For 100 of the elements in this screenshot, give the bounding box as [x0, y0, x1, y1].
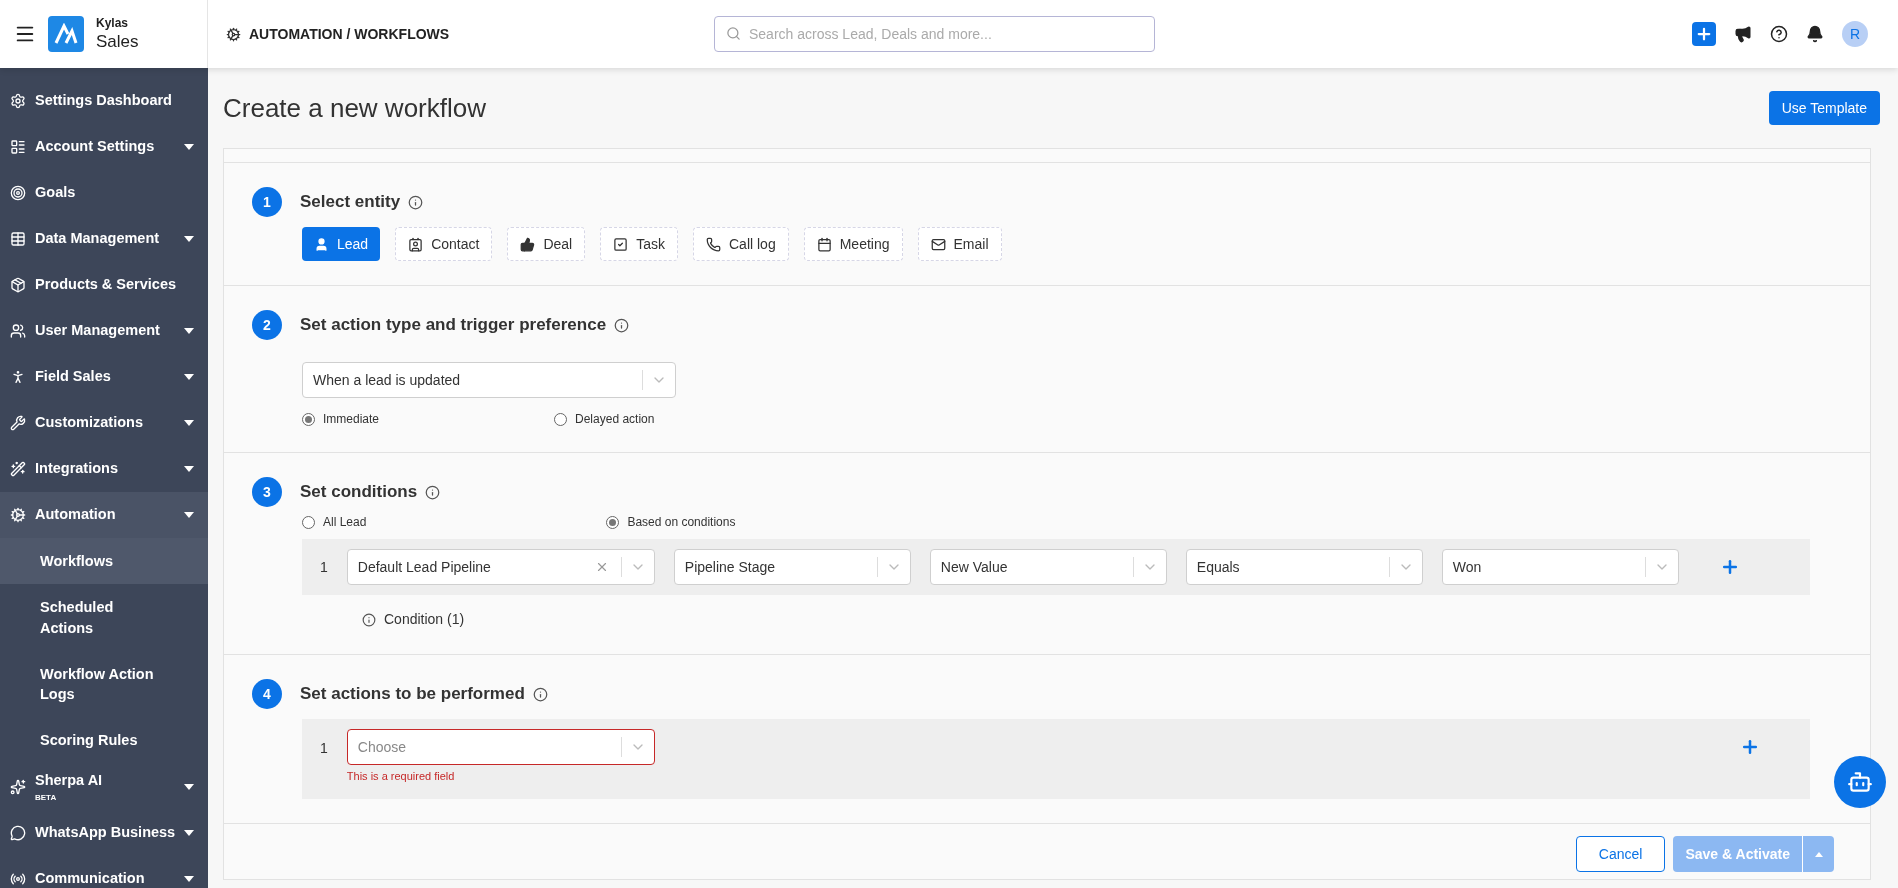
action-select[interactable]: Choose: [346, 729, 655, 765]
condition-count: Condition (1): [384, 610, 465, 629]
entity-button[interactable]: Lead: [302, 227, 381, 261]
logo-icon: [48, 16, 84, 52]
step-number: 1: [252, 187, 282, 217]
error-message: This is a required field: [346, 769, 456, 784]
sidebar-label: User Management: [35, 321, 161, 341]
search-field[interactable]: Search across Lead, Deals and more...: [714, 16, 1155, 52]
robot-icon: [1847, 769, 1873, 795]
radio-button[interactable]: [302, 412, 315, 426]
sidebar-label: Products & Services: [35, 275, 178, 295]
wand-icon: [10, 461, 26, 477]
chat-icon: [10, 824, 26, 841]
megaphone-icon[interactable]: [1734, 25, 1752, 43]
sidebar-item[interactable]: Goals: [0, 170, 208, 216]
caret-icon: [1814, 851, 1823, 857]
calendar-icon: [816, 236, 832, 252]
radio-button[interactable]: [302, 515, 315, 529]
radio-label: Immediate: [323, 411, 380, 428]
condition-select[interactable]: Equals: [1185, 549, 1423, 585]
bell-icon[interactable]: [1806, 25, 1824, 43]
info-icon: [614, 317, 630, 333]
sidebar-item[interactable]: Automation: [0, 492, 208, 538]
sidebar-item[interactable]: Communication: [0, 855, 208, 888]
envelope-icon: [930, 236, 946, 252]
target-icon: [10, 185, 26, 201]
radio-label: All Lead: [323, 514, 367, 531]
checkbox-icon: [613, 236, 629, 252]
table-icon: [10, 231, 26, 247]
plus-icon: [1695, 25, 1713, 43]
gear-icon: [10, 93, 26, 109]
users-icon: [10, 323, 26, 339]
trigger-select[interactable]: When a lead is updated: [302, 362, 676, 398]
sidebar-label: Sherpa AI: [35, 770, 104, 790]
user-icon: [314, 236, 329, 252]
sidebar-subitem[interactable]: Workflow Action Logs: [0, 650, 208, 718]
sidebar-label: WhatsApp Business: [35, 822, 177, 842]
help-icon[interactable]: [1770, 25, 1788, 43]
sidebar-label: Account Settings: [35, 137, 156, 157]
add-icon[interactable]: [1740, 737, 1760, 757]
sparkles-icon: [10, 778, 26, 795]
sidebar-subitem[interactable]: Scheduled Actions: [0, 584, 208, 651]
sidebar-item[interactable]: Sherpa AI BETA: [0, 763, 208, 810]
sidebar-item[interactable]: Field Sales: [0, 354, 208, 400]
sidebar-label: Goals: [35, 183, 77, 203]
radio-label: Delayed action: [575, 411, 655, 428]
step-title: Set actions to be performed: [300, 683, 525, 706]
sidebar-item[interactable]: Settings Dashboard: [0, 78, 208, 124]
tools-icon: [10, 415, 26, 431]
sidebar-item[interactable]: User Management: [0, 308, 208, 354]
search-icon: [726, 26, 741, 41]
add-button[interactable]: [1692, 22, 1716, 46]
cancel-button[interactable]: Cancel: [1575, 836, 1666, 872]
sidebar-label: Communication: [35, 868, 146, 888]
radio-button[interactable]: [606, 515, 620, 529]
list-icon: [10, 139, 26, 155]
page-title: Create a new workflow: [223, 91, 486, 125]
sidebar-item[interactable]: Data Management: [0, 216, 208, 262]
sidebar-item[interactable]: Integrations: [0, 446, 208, 492]
condition-select[interactable]: Default Lead Pipeline: [346, 549, 655, 585]
sidebar-label: Field Sales: [35, 367, 112, 387]
entity-button[interactable]: Deal: [507, 227, 586, 261]
contact-card-icon: [408, 236, 424, 252]
use-template-button[interactable]: Use Template: [1768, 91, 1880, 125]
beta-label: BETA: [35, 791, 58, 804]
entity-button[interactable]: Task: [600, 227, 678, 261]
sidebar-subitem[interactable]: Workflows: [0, 538, 208, 585]
condition-select[interactable]: Pipeline Stage: [673, 549, 911, 585]
entity-button[interactable]: Contact: [395, 227, 493, 261]
sidebar-item[interactable]: Products & Services: [0, 262, 208, 308]
info-icon: [408, 194, 424, 210]
sidebar-item[interactable]: WhatsApp Business: [0, 809, 208, 856]
info-icon: [532, 686, 548, 702]
entity-button[interactable]: Call log: [693, 227, 789, 261]
sidebar-label: Data Management: [35, 229, 161, 249]
brand-name: Kylas: [96, 15, 130, 31]
condition-select[interactable]: New Value: [929, 549, 1167, 585]
sidebar-item[interactable]: Account Settings: [0, 124, 208, 170]
condition-select[interactable]: Won: [1441, 549, 1679, 585]
person-icon: [10, 369, 26, 385]
row-number: 1: [320, 739, 328, 758]
sidebar-subitem[interactable]: Scoring Rules: [0, 717, 208, 764]
step-title: Set conditions: [300, 481, 418, 504]
box-icon: [10, 277, 26, 293]
sidebar-label: Customizations: [35, 413, 144, 433]
radio-button[interactable]: [554, 412, 568, 426]
radio-label: Based on conditions: [627, 514, 736, 531]
info-icon: [425, 484, 441, 500]
info-icon: [362, 612, 376, 627]
step-number: 2: [252, 310, 282, 340]
sidebar-item[interactable]: Customizations: [0, 400, 208, 446]
dropdown-toggle[interactable]: [1802, 836, 1834, 872]
phone-icon: [706, 236, 721, 252]
sidebar-label: Integrations: [35, 459, 119, 479]
product-name: Sales: [96, 30, 139, 53]
step-title: Select entity: [300, 191, 401, 214]
entity-button[interactable]: Meeting: [803, 227, 903, 261]
entity-button[interactable]: Email: [917, 227, 1002, 261]
step-title: Set action type and trigger preference: [300, 314, 607, 337]
thumbs-up-icon: [520, 236, 536, 252]
